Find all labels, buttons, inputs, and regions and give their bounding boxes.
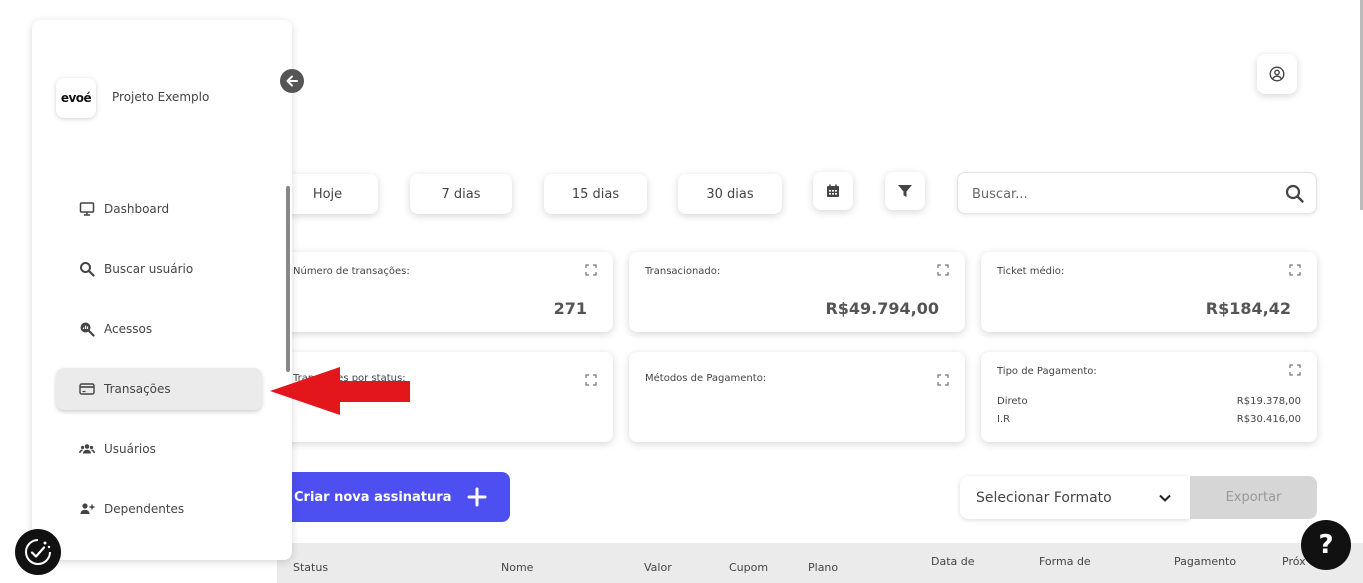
period-15-days-button[interactable]: 15 dias (544, 174, 647, 214)
column-header-proximo[interactable]: Próx (1282, 555, 1306, 568)
sidebar-item-transacoes[interactable]: Transações (56, 368, 262, 410)
metric-card-payment-methods: Métodos de Pagamento: (629, 352, 965, 442)
payment-type-row: Direto R$19.378,00 (997, 396, 1301, 407)
profile-button[interactable] (1257, 54, 1297, 94)
metric-card-transactions-count: Número de transações: 271 (277, 252, 613, 332)
period-today-button[interactable]: Hoje (277, 174, 378, 214)
search-icon (78, 260, 96, 278)
column-header-valor[interactable]: Valor (644, 561, 672, 574)
expand-icon[interactable] (1289, 264, 1301, 276)
payment-type-value: R$30.416,00 (1236, 414, 1301, 425)
metric-value: R$49.794,00 (825, 299, 939, 318)
sidebar-item-label: Transações (104, 382, 171, 396)
sidebar-item-label: Buscar usuário (104, 262, 194, 276)
calendar-icon (827, 184, 839, 197)
search-chart-icon (78, 320, 96, 338)
badge-check-icon (25, 539, 51, 565)
column-header-pagamento[interactable]: Pagamento (1174, 555, 1236, 568)
expand-icon[interactable] (585, 264, 597, 276)
column-header-nome[interactable]: Nome (501, 561, 533, 574)
red-arrow-annotation (270, 367, 410, 415)
sidebar-item-dependentes[interactable]: Dependentes (56, 488, 262, 530)
brand-logo[interactable]: evoé (56, 78, 96, 118)
column-header-status[interactable]: Status (293, 561, 328, 574)
export-button[interactable]: Exportar (1190, 476, 1317, 519)
payment-type-value: R$19.378,00 (1236, 396, 1301, 407)
search-input[interactable] (972, 183, 1272, 205)
format-select[interactable]: Selecionar Formato (960, 476, 1190, 519)
column-header-cupom[interactable]: Cupom (729, 561, 768, 574)
monitor-icon (78, 200, 96, 218)
sidebar-item-dashboard[interactable]: Dashboard (56, 188, 262, 230)
expand-icon[interactable] (585, 374, 597, 386)
expand-icon[interactable] (1289, 364, 1301, 376)
collapse-sidebar-button[interactable] (280, 69, 304, 93)
metric-card-average-ticket: Ticket médio: R$184,42 (981, 252, 1317, 332)
metric-label: Métodos de Pagamento: (645, 373, 767, 384)
sidebar-item-label: Dependentes (104, 502, 185, 516)
expand-icon[interactable] (937, 264, 949, 276)
user-plus-icon (78, 500, 96, 518)
column-header-forma[interactable]: Forma de (1039, 555, 1091, 568)
arrow-left-icon (286, 75, 298, 87)
search-icon[interactable] (1284, 183, 1306, 205)
period-7-days-button[interactable]: 7 dias (410, 174, 512, 214)
metric-label: Transacionado: (645, 266, 721, 277)
credit-card-icon (78, 380, 96, 398)
create-subscription-button[interactable]: Criar nova assinatura (280, 472, 510, 522)
metric-label: Tipo de Pagamento: (997, 366, 1097, 377)
expand-icon[interactable] (937, 374, 949, 386)
metric-value: R$184,42 (1205, 299, 1291, 318)
chevron-down-icon (1159, 494, 1171, 502)
search-box (957, 172, 1317, 214)
project-name: Projeto Exemplo (112, 90, 210, 104)
filter-icon (898, 185, 912, 197)
plus-icon (467, 487, 487, 507)
sidebar-item-acessos[interactable]: Acessos (56, 308, 262, 350)
sidebar-item-label: Acessos (104, 322, 153, 336)
metric-value: 271 (553, 299, 587, 318)
sidebar: evoé Projeto Exemplo Dashboard Buscar us… (32, 20, 292, 560)
payment-type-name: Direto (997, 396, 1028, 407)
sidebar-item-label: Dashboard (104, 202, 170, 216)
help-button[interactable]: ? (1301, 520, 1351, 570)
sidebar-item-label: Usuários (104, 442, 156, 456)
filter-button[interactable] (885, 172, 925, 210)
sidebar-scrollbar[interactable] (286, 186, 290, 372)
metric-card-transacted: Transacionado: R$49.794,00 (629, 252, 965, 332)
column-header-data[interactable]: Data de (931, 555, 975, 568)
payment-type-row: I.R R$30.416,00 (997, 414, 1301, 425)
cookie-consent-button[interactable] (15, 529, 61, 575)
payment-type-name: I.R (997, 414, 1011, 425)
metric-label: Ticket médio: (997, 266, 1065, 277)
sidebar-item-buscar-usuario[interactable]: Buscar usuário (56, 248, 262, 290)
sidebar-item-usuarios[interactable]: Usuários (56, 428, 262, 470)
create-subscription-label: Criar nova assinatura (294, 489, 452, 505)
metric-label: Número de transações: (293, 266, 410, 277)
format-select-value: Selecionar Formato (976, 489, 1112, 506)
period-30-days-button[interactable]: 30 dias (678, 174, 782, 214)
users-icon (78, 440, 96, 458)
column-header-plano[interactable]: Plano (808, 561, 838, 574)
table-header: Status Nome Valor Cupom Plano Data de Fo… (277, 543, 1363, 583)
user-circle-icon (1269, 66, 1285, 82)
calendar-button[interactable] (813, 172, 853, 210)
metric-card-payment-type: Tipo de Pagamento: Direto R$19.378,00 I.… (981, 352, 1317, 442)
